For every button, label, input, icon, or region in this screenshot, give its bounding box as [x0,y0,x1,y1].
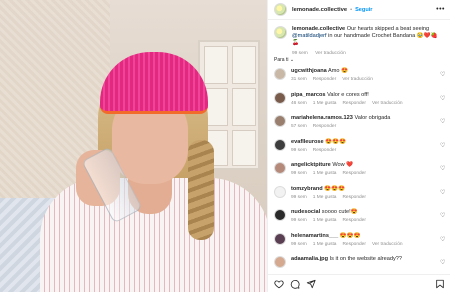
post-caption: lemonade.collective Our hearts skipped a… [274,26,446,57]
comment-likes[interactable]: 1 Me gusta [313,195,337,200]
reply-button[interactable]: Responder [313,124,336,129]
separator-dot: • [350,6,353,13]
comment-row: ugcwithjoana Amo 😍 31 sem Responder Ver tra… [274,68,446,92]
avatar[interactable] [274,3,287,16]
translate-link[interactable]: Ver traducción [342,77,373,82]
comment-like-heart-icon[interactable]: ♡ [440,119,446,125]
translate-link[interactable]: Ver traducción [372,242,403,247]
reply-button[interactable]: Responder [342,101,365,106]
comment-text: Amo 😍 [328,68,349,74]
comment-time: 99 sem [291,241,307,247]
reply-button[interactable]: Responder [342,171,365,176]
comment-time: 99 sem [291,147,307,153]
comment-likes[interactable]: 1 Me gusta [313,171,337,176]
comment-time: 99 sem [291,218,307,223]
comment-time: 99 sem [291,194,307,200]
reply-button[interactable]: Responder [313,77,336,82]
comment-username[interactable]: mariahelena.ramos.123 [291,115,353,121]
comment-likes[interactable]: 1 Me gusta [313,218,337,223]
comment-username[interactable]: ugcwithjoana [291,68,327,74]
comment-row: nudesocial soooo cute!😍 99 sem 1 Me gusta R… [274,209,446,233]
comment-text: Valor e cores off! [327,91,369,98]
bookmark-icon[interactable] [435,279,445,289]
translate-link[interactable]: Ver traducción [372,101,403,106]
reply-button[interactable]: Responder [342,195,365,200]
comment-text: 😍😍😍 [324,185,346,192]
comment-username[interactable]: adaamalia.jpg [291,256,328,262]
avatar[interactable] [274,185,286,198]
avatar[interactable] [274,256,286,268]
post-side-panel: lemonade.collective • Seguir ••• lemonad… [267,0,450,292]
translate-link[interactable]: Ver traducción [315,51,346,56]
caption-text: Our hearts skipped a beat seeing [346,26,430,32]
comment-like-heart-icon[interactable]: ♡ [440,237,446,243]
comment-like-heart-icon[interactable]: ♡ [440,143,446,149]
reply-button[interactable]: Responder [342,218,365,223]
follow-button[interactable]: Seguir [355,7,372,13]
comment-row: tomzybrand 😍😍😍 99 sem 1 Me gusta Responder ♡ [274,185,446,210]
action-bar [268,274,450,292]
comment-text: 😍😍😍 [339,232,361,239]
caption-time: 99 sem [292,50,308,56]
comment-username[interactable]: angelicktpiture [291,162,331,168]
comment-icon[interactable] [290,279,300,289]
avatar[interactable] [274,26,287,39]
comment-username[interactable]: pipa_marcos [291,92,326,98]
comment-username[interactable]: nudesocial [291,209,320,215]
comment-like-heart-icon[interactable]: ♡ [440,166,446,172]
comment-list: ugcwithjoana Amo 😍 31 sem Responder Ver tra… [274,68,446,280]
post-header: lemonade.collective • Seguir ••• [268,0,450,20]
comment-time: 99 sem [291,171,307,176]
avatar[interactable] [274,115,286,127]
avatar[interactable] [274,68,286,80]
avatar[interactable] [274,209,286,221]
braid [188,140,214,240]
comment-time: 46 sem [291,100,307,106]
reply-button[interactable]: Responder [313,148,336,153]
post-photo [0,0,267,292]
comment-username[interactable]: tomzybrand [291,186,323,192]
heart-icon[interactable] [274,279,284,289]
comment-text: Valor obrigada [354,115,391,121]
comment-like-heart-icon[interactable]: ♡ [440,190,446,196]
comment-likes[interactable]: 1 Me gusta [313,101,337,106]
avatar[interactable] [274,91,286,104]
comment-text: 😍😍😍 [325,138,347,145]
comment-row: helenamartins___ 😍😍😍 99 sem 1 Me gusta Resp… [274,232,446,257]
comment-row: mariahelena.ramos.123 Valor obrigada 57 s… [274,115,446,139]
comment-text: Is it on the website already?? [329,256,403,262]
comment-like-heart-icon[interactable]: ♡ [440,260,446,266]
comment-text: soooo cute!😍 [321,209,358,215]
caption-username[interactable]: lemonade.collective [292,26,345,32]
comment-like-heart-icon[interactable]: ♡ [440,213,446,219]
comment-username[interactable]: evaflleurose [291,139,324,145]
caption-mention[interactable]: @matildadjerf [292,33,327,39]
comment-row: pipa_marcos Valor e cores off! 46 sem 1 Me… [274,91,446,116]
comment-likes[interactable]: 1 Me gusta [313,242,337,247]
comment-like-heart-icon[interactable]: ♡ [440,96,446,102]
avatar[interactable] [274,138,286,151]
avatar[interactable] [274,232,286,245]
comment-text: Wow ❤️ [332,162,354,168]
comment-time: 31 sem [291,77,307,82]
comment-username[interactable]: helenamartins___ [291,233,338,239]
comment-row: angelicktpiture Wow ❤️ 99 sem 1 Me gusta Re… [274,162,446,186]
share-icon[interactable] [306,279,316,289]
avatar[interactable] [274,162,286,174]
reply-button[interactable]: Responder [342,242,365,247]
comment-time: 57 sem [291,124,307,129]
comment-like-heart-icon[interactable]: ♡ [440,72,446,78]
more-options-icon[interactable]: ••• [436,6,445,13]
comment-filter[interactable]: Para ti ⌄ [274,57,294,63]
crochet-bandana [100,52,208,114]
comment-row: evaflleurose 😍😍😍 99 sem Responder ♡ [274,138,446,163]
post-username[interactable]: lemonade.collective [292,7,347,13]
